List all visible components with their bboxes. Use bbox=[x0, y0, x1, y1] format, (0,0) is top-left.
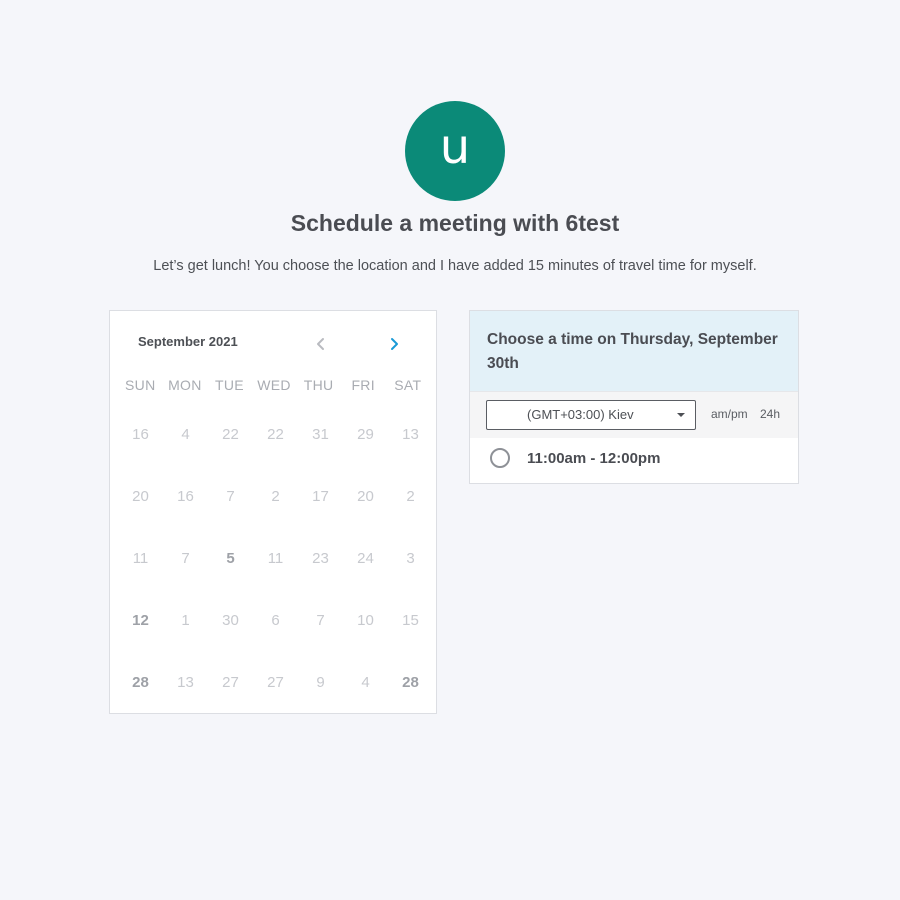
day-cell: 24 bbox=[357, 549, 374, 567]
day-cell: 13 bbox=[177, 673, 194, 691]
day-cell: 13 bbox=[402, 425, 419, 443]
prev-month-button[interactable] bbox=[310, 333, 332, 355]
week-row: 12 1 30 6 7 10 15 bbox=[118, 589, 438, 651]
weekday-label: MON bbox=[168, 377, 202, 393]
day-grid: 16 4 22 22 31 29 13 20 16 7 2 17 20 2 11… bbox=[118, 403, 438, 713]
month-label: September 2021 bbox=[138, 334, 238, 349]
day-cell: 16 bbox=[177, 487, 194, 505]
week-row: 20 16 7 2 17 20 2 bbox=[118, 465, 438, 527]
day-cell: 6 bbox=[271, 611, 280, 629]
day-cell: 3 bbox=[406, 549, 415, 567]
weekday-label: FRI bbox=[351, 377, 375, 393]
day-cell: 7 bbox=[316, 611, 325, 629]
timezone-bar: (GMT+03:00) Kiev am/pm 24h bbox=[470, 391, 798, 438]
day-cell: 28 bbox=[132, 673, 149, 691]
day-cell: 11 bbox=[267, 549, 284, 567]
24h-format-toggle[interactable]: 24h bbox=[760, 407, 780, 421]
host-avatar: u bbox=[405, 101, 505, 201]
time-selection-panel: Choose a time on Thursday, September 30t… bbox=[469, 310, 799, 484]
chevron-right-icon bbox=[391, 338, 398, 350]
chevron-left-icon bbox=[317, 338, 324, 350]
selected-date-heading: Choose a time on Thursday, September 30t… bbox=[470, 311, 798, 391]
day-cell: 29 bbox=[357, 425, 374, 443]
day-cell: 9 bbox=[316, 673, 325, 691]
day-cell: 4 bbox=[181, 425, 190, 443]
day-cell: 27 bbox=[222, 673, 239, 691]
day-cell: 2 bbox=[406, 487, 415, 505]
caret-down-icon bbox=[677, 413, 685, 417]
weekday-label: SUN bbox=[125, 377, 156, 393]
day-cell: 31 bbox=[312, 425, 329, 443]
day-cell: 15 bbox=[402, 611, 419, 629]
day-cell: 22 bbox=[267, 425, 284, 443]
day-cell: 12 bbox=[132, 611, 149, 629]
time-slot-label: 11:00am - 12:00pm bbox=[527, 450, 661, 467]
page-title: Schedule a meeting with 6test bbox=[290, 210, 620, 236]
week-row: 11 7 5 11 23 24 3 bbox=[118, 527, 438, 589]
day-cell: 17 bbox=[312, 487, 329, 505]
weekday-header: SUN MON TUE WED THU FRI SAT bbox=[118, 377, 430, 393]
day-cell: 2 bbox=[271, 487, 280, 505]
next-month-button[interactable] bbox=[383, 333, 405, 355]
event-description: Let’s get lunch! You choose the location… bbox=[153, 258, 757, 274]
weekday-label: SAT bbox=[394, 377, 422, 393]
ampm-format-toggle[interactable]: am/pm bbox=[711, 407, 748, 421]
weekday-label: WED bbox=[257, 377, 291, 393]
day-cell: 28 bbox=[402, 673, 419, 691]
day-cell: 27 bbox=[267, 673, 284, 691]
time-slot-radio[interactable] bbox=[490, 448, 510, 468]
day-cell: 7 bbox=[226, 487, 235, 505]
calendar-panel: September 2021 SUN MON TUE WED THU FRI S… bbox=[109, 310, 437, 714]
day-cell: 4 bbox=[361, 673, 370, 691]
day-cell: 20 bbox=[132, 487, 149, 505]
day-cell: 30 bbox=[222, 611, 239, 629]
day-cell: 5 bbox=[226, 549, 235, 567]
day-cell: 11 bbox=[132, 549, 149, 567]
day-cell: 10 bbox=[357, 611, 374, 629]
week-row: 28 13 27 27 9 4 28 bbox=[118, 651, 438, 713]
week-row: 16 4 22 22 31 29 13 bbox=[118, 403, 438, 465]
day-cell: 20 bbox=[357, 487, 374, 505]
time-slot[interactable]: 11:00am - 12:00pm bbox=[470, 438, 798, 484]
day-cell: 23 bbox=[312, 549, 329, 567]
day-cell: 1 bbox=[181, 611, 190, 629]
day-cell: 7 bbox=[181, 549, 190, 567]
weekday-label: TUE bbox=[214, 377, 244, 393]
timezone-value: (GMT+03:00) Kiev bbox=[527, 407, 634, 422]
day-cell: 22 bbox=[222, 425, 239, 443]
timezone-select[interactable]: (GMT+03:00) Kiev bbox=[486, 400, 696, 430]
day-cell: 16 bbox=[132, 425, 149, 443]
weekday-label: THU bbox=[303, 377, 334, 393]
